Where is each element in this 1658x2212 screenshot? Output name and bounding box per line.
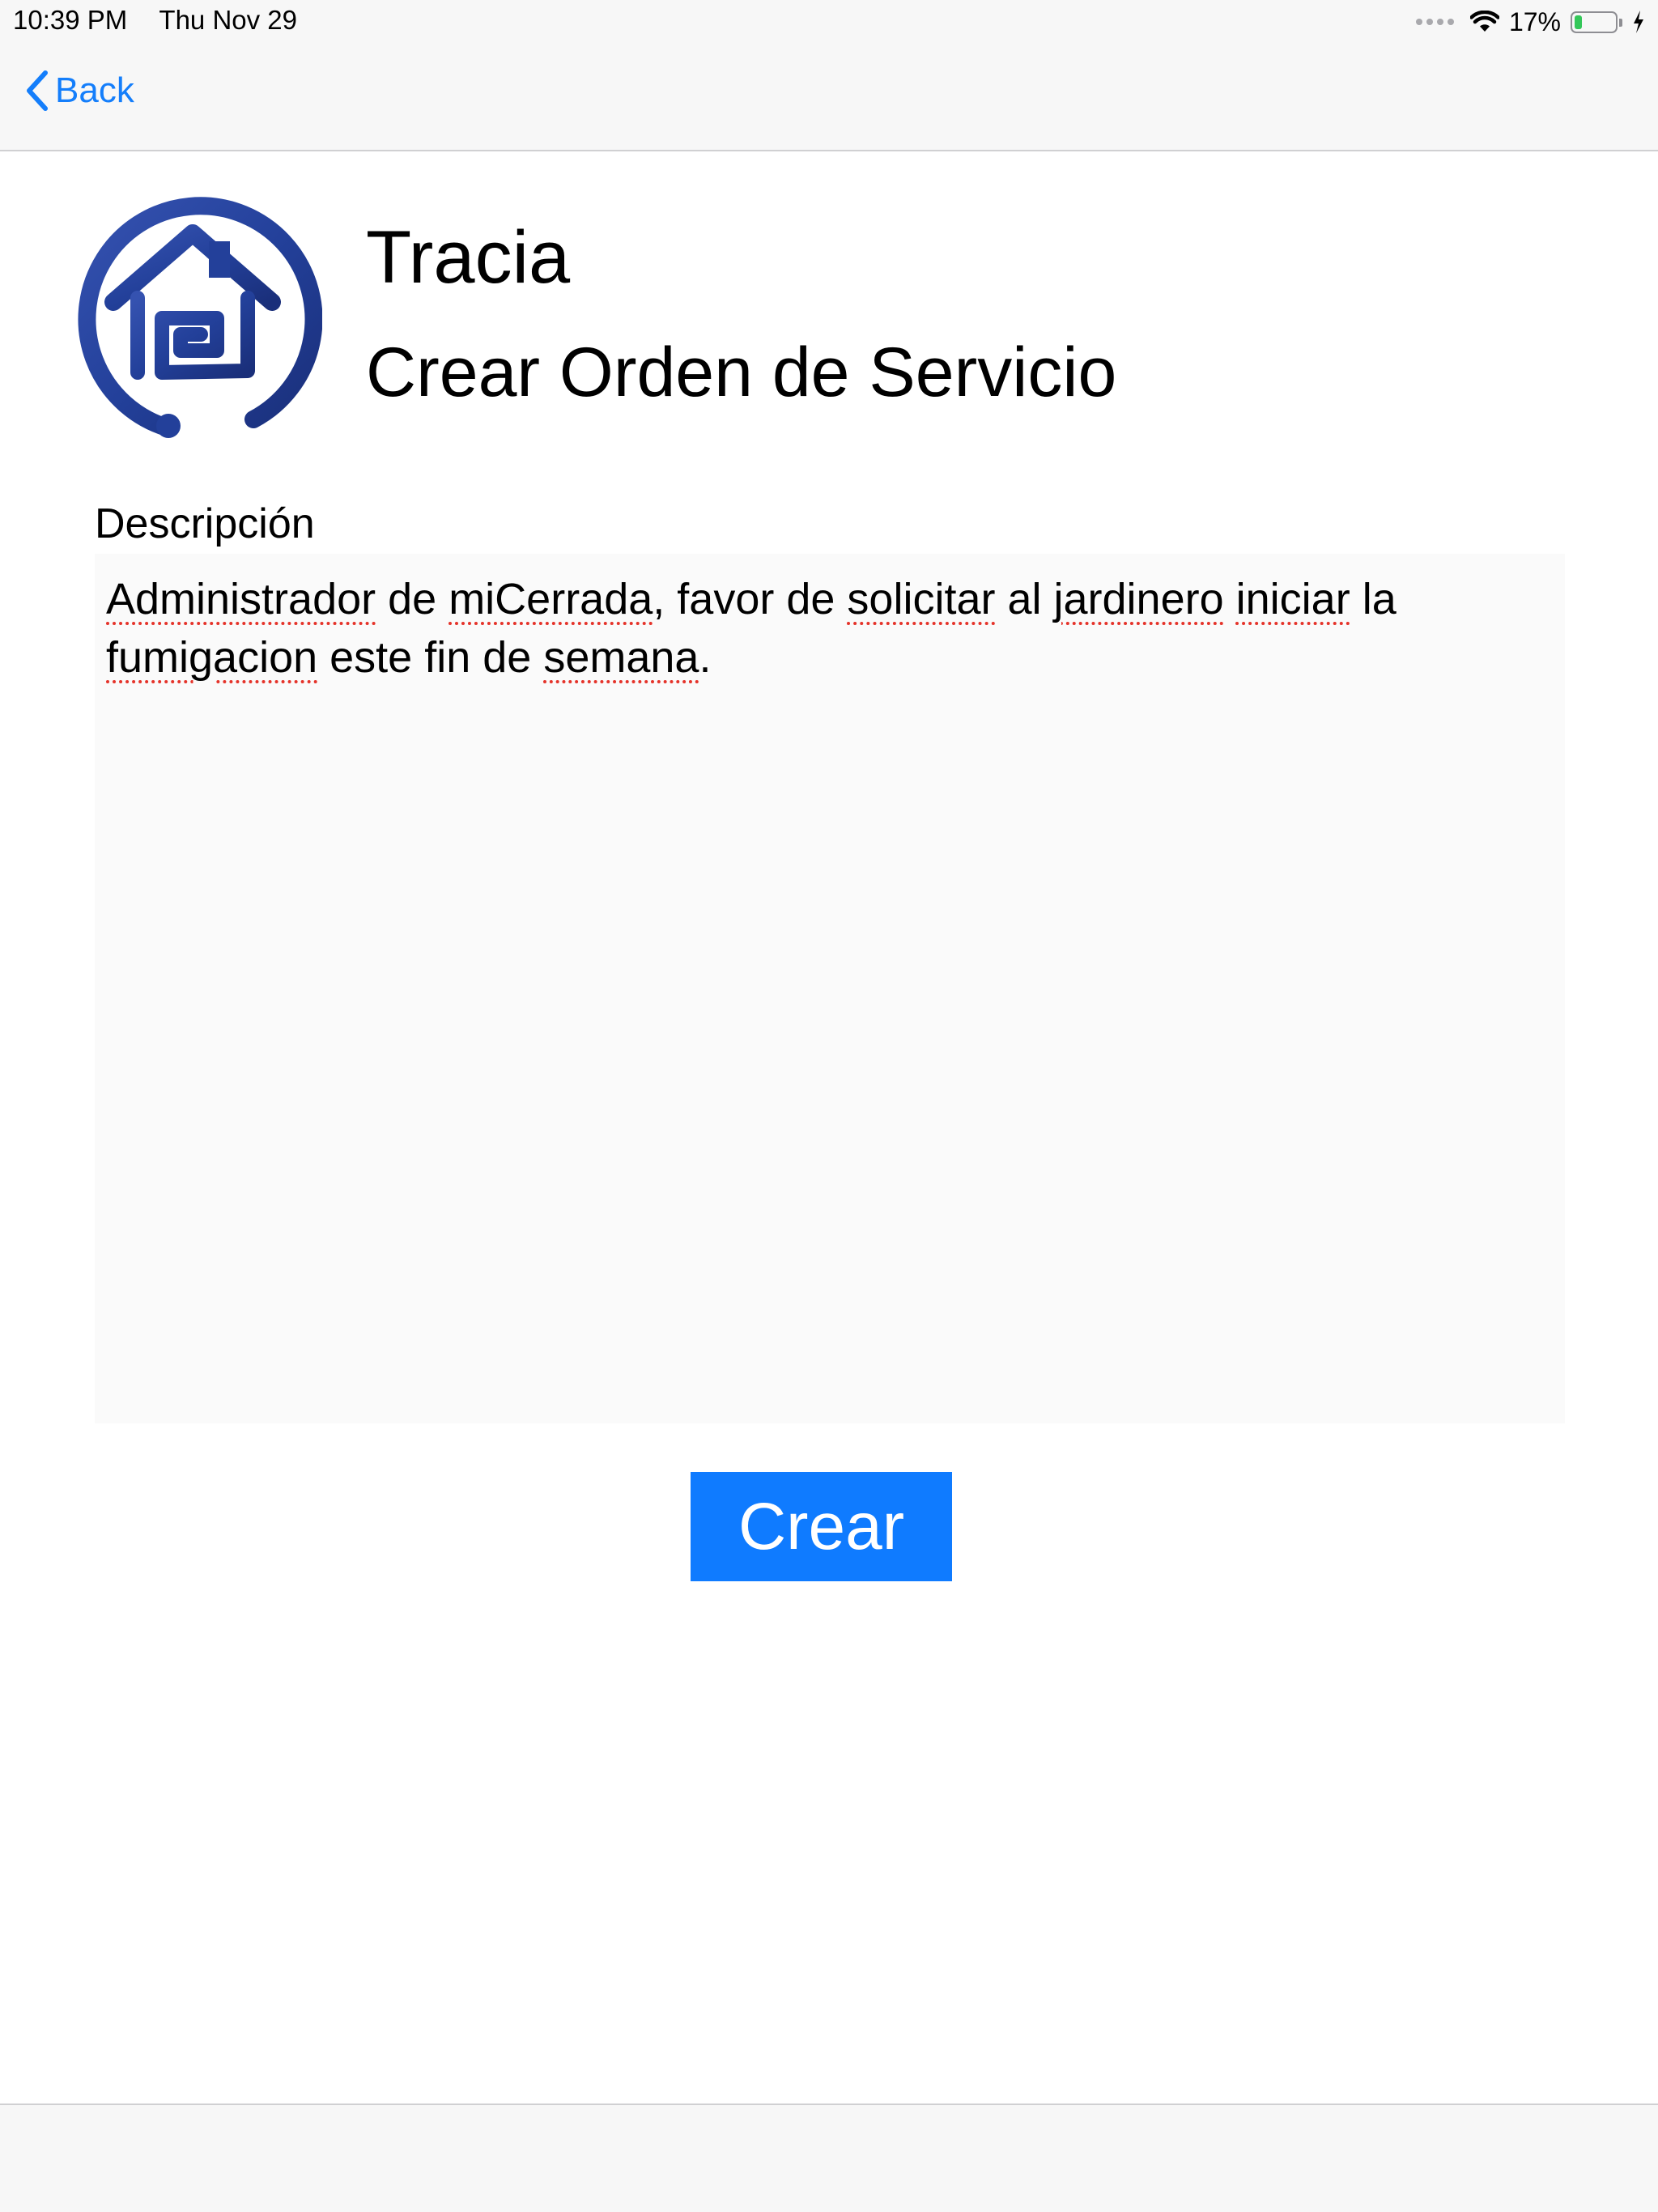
navigation-bar: 10:39 PM Thu Nov 29 17% Back: [0, 0, 1658, 151]
status-bar-left: 10:39 PM Thu Nov 29: [13, 5, 297, 36]
status-time: 10:39 PM: [13, 5, 128, 35]
misspelled-word: jardinero: [1053, 575, 1224, 623]
back-button[interactable]: Back: [24, 70, 134, 112]
description-text: [1224, 575, 1236, 623]
chevron-left-icon: [27, 70, 48, 111]
status-date: Thu Nov 29: [159, 5, 298, 35]
create-button[interactable]: Crear: [691, 1472, 952, 1581]
description-text: este fin de: [317, 633, 544, 682]
misspelled-word: iniciar: [1235, 575, 1350, 623]
bottom-toolbar: [0, 2104, 1658, 2212]
battery-percent: 17%: [1508, 6, 1561, 36]
misspelled-word: miCerrada: [449, 575, 653, 623]
bolt-icon: [1634, 11, 1643, 33]
page-title: Crear Orden de Servicio: [366, 334, 1117, 411]
description-textarea[interactable]: Administrador de miCerrada, favor de sol…: [95, 554, 1565, 1423]
description-label: Descripción: [95, 500, 315, 547]
description-text: la: [1350, 575, 1397, 623]
battery-icon: [1571, 11, 1622, 33]
misspelled-word: semana: [543, 633, 699, 682]
misspelled-word: solicitar: [847, 575, 996, 623]
house-logo-icon: [78, 197, 322, 438]
cellular-signal-icon: [1415, 19, 1454, 25]
description-text: al: [995, 575, 1054, 623]
misspelled-word: Administrador: [106, 575, 376, 623]
status-bar-right: 17%: [1415, 5, 1645, 39]
wifi-icon: [1469, 11, 1499, 32]
back-label: Back: [55, 70, 134, 110]
description-text: , favor de: [653, 575, 848, 623]
misspelled-word: fumigacion: [106, 633, 318, 682]
app-name: Tracia: [366, 216, 571, 299]
description-text: de: [376, 575, 449, 623]
description-text: .: [699, 633, 712, 682]
